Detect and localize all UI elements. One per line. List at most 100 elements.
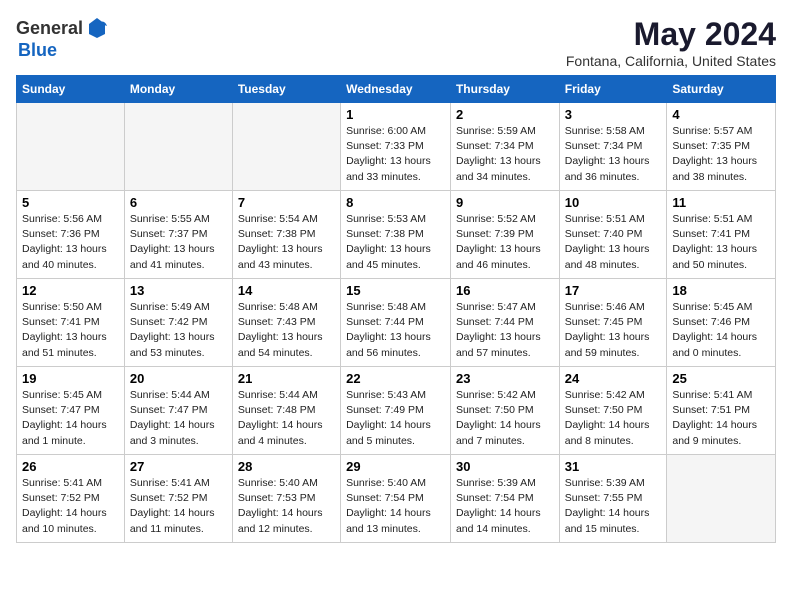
day-number: 11 — [672, 195, 770, 210]
logo-text: General — [16, 16, 109, 40]
day-info: Sunrise: 5:54 AMSunset: 7:38 PMDaylight:… — [238, 212, 335, 273]
day-number: 20 — [130, 371, 227, 386]
day-info: Sunrise: 5:41 AMSunset: 7:52 PMDaylight:… — [130, 476, 227, 537]
day-cell: 30 Sunrise: 5:39 AMSunset: 7:54 PMDayligh… — [450, 455, 559, 543]
day-number: 23 — [456, 371, 554, 386]
day-number: 22 — [346, 371, 445, 386]
header-row: SundayMondayTuesdayWednesdayThursdayFrid… — [17, 76, 776, 103]
day-number: 6 — [130, 195, 227, 210]
day-info: Sunrise: 5:40 AMSunset: 7:54 PMDaylight:… — [346, 476, 445, 537]
day-info: Sunrise: 5:53 AMSunset: 7:38 PMDaylight:… — [346, 212, 445, 273]
day-cell: 22 Sunrise: 5:43 AMSunset: 7:49 PMDayligh… — [341, 367, 451, 455]
day-cell: 13 Sunrise: 5:49 AMSunset: 7:42 PMDayligh… — [124, 279, 232, 367]
week-row-1: 1 Sunrise: 6:00 AMSunset: 7:33 PMDaylight… — [17, 103, 776, 191]
day-cell — [232, 103, 340, 191]
col-header-wednesday: Wednesday — [341, 76, 451, 103]
day-number: 3 — [565, 107, 662, 122]
day-number: 7 — [238, 195, 335, 210]
week-row-4: 19Sunrise: 5:45 AMSunset: 7:47 PMDayligh… — [17, 367, 776, 455]
col-header-thursday: Thursday — [450, 76, 559, 103]
day-number: 14 — [238, 283, 335, 298]
day-info: Sunrise: 5:51 AMSunset: 7:41 PMDaylight:… — [672, 212, 770, 273]
day-info: Sunrise: 6:00 AMSunset: 7:33 PMDaylight:… — [346, 124, 445, 185]
day-cell — [17, 103, 125, 191]
day-number: 31 — [565, 459, 662, 474]
day-number: 21 — [238, 371, 335, 386]
week-row-2: 5 Sunrise: 5:56 AMSunset: 7:36 PMDaylight… — [17, 191, 776, 279]
day-info: Sunrise: 5:44 AMSunset: 7:48 PMDaylight:… — [238, 388, 335, 449]
day-info: Sunrise: 5:39 AMSunset: 7:55 PMDaylight:… — [565, 476, 662, 537]
day-cell: 15 Sunrise: 5:48 AMSunset: 7:44 PMDayligh… — [341, 279, 451, 367]
day-number: 5 — [22, 195, 119, 210]
page-header: General Blue May 2024 Fontana, Californi… — [16, 16, 776, 69]
day-info: Sunrise: 5:52 AMSunset: 7:39 PMDaylight:… — [456, 212, 554, 273]
day-number: 27 — [130, 459, 227, 474]
day-number: 2 — [456, 107, 554, 122]
day-cell: 4 Sunrise: 5:57 AMSunset: 7:35 PMDaylight… — [667, 103, 776, 191]
day-info: Sunrise: 5:56 AMSunset: 7:36 PMDaylight:… — [22, 212, 119, 273]
logo-icon — [85, 16, 109, 40]
title-section: May 2024 Fontana, California, United Sta… — [566, 16, 776, 69]
day-cell: 11 Sunrise: 5:51 AMSunset: 7:41 PMDayligh… — [667, 191, 776, 279]
day-number: 10 — [565, 195, 662, 210]
day-cell: 17Sunrise: 5:46 AMSunset: 7:45 PMDayligh… — [559, 279, 667, 367]
day-info: Sunrise: 5:50 AMSunset: 7:41 PMDaylight:… — [22, 300, 119, 361]
logo-blue: Blue — [18, 40, 57, 60]
day-info: Sunrise: 5:57 AMSunset: 7:35 PMDaylight:… — [672, 124, 770, 185]
day-cell — [124, 103, 232, 191]
day-cell: 28Sunrise: 5:40 AMSunset: 7:53 PMDayligh… — [232, 455, 340, 543]
col-header-friday: Friday — [559, 76, 667, 103]
day-cell: 23 Sunrise: 5:42 AMSunset: 7:50 PMDayligh… — [450, 367, 559, 455]
day-cell: 9Sunrise: 5:52 AMSunset: 7:39 PMDaylight… — [450, 191, 559, 279]
logo-general: General — [16, 18, 83, 39]
day-number: 26 — [22, 459, 119, 474]
day-info: Sunrise: 5:43 AMSunset: 7:49 PMDaylight:… — [346, 388, 445, 449]
col-header-saturday: Saturday — [667, 76, 776, 103]
day-number: 1 — [346, 107, 445, 122]
day-info: Sunrise: 5:47 AMSunset: 7:44 PMDaylight:… — [456, 300, 554, 361]
day-number: 13 — [130, 283, 227, 298]
location: Fontana, California, United States — [566, 53, 776, 69]
day-cell: 21 Sunrise: 5:44 AMSunset: 7:48 PMDayligh… — [232, 367, 340, 455]
day-number: 15 — [346, 283, 445, 298]
day-number: 12 — [22, 283, 119, 298]
day-number: 8 — [346, 195, 445, 210]
day-cell: 7 Sunrise: 5:54 AMSunset: 7:38 PMDaylight… — [232, 191, 340, 279]
day-number: 16 — [456, 283, 554, 298]
day-info: Sunrise: 5:45 AMSunset: 7:46 PMDaylight:… — [672, 300, 770, 361]
day-info: Sunrise: 5:58 AMSunset: 7:34 PMDaylight:… — [565, 124, 662, 185]
day-cell: 6 Sunrise: 5:55 AMSunset: 7:37 PMDaylight… — [124, 191, 232, 279]
day-info: Sunrise: 5:55 AMSunset: 7:37 PMDaylight:… — [130, 212, 227, 273]
day-info: Sunrise: 5:44 AMSunset: 7:47 PMDaylight:… — [130, 388, 227, 449]
logo: General Blue — [16, 16, 109, 61]
day-info: Sunrise: 5:42 AMSunset: 7:50 PMDaylight:… — [565, 388, 662, 449]
day-cell: 29 Sunrise: 5:40 AMSunset: 7:54 PMDayligh… — [341, 455, 451, 543]
day-cell: 27 Sunrise: 5:41 AMSunset: 7:52 PMDayligh… — [124, 455, 232, 543]
day-cell: 8 Sunrise: 5:53 AMSunset: 7:38 PMDaylight… — [341, 191, 451, 279]
day-number: 25 — [672, 371, 770, 386]
week-row-3: 12 Sunrise: 5:50 AMSunset: 7:41 PMDayligh… — [17, 279, 776, 367]
col-header-sunday: Sunday — [17, 76, 125, 103]
day-info: Sunrise: 5:51 AMSunset: 7:40 PMDaylight:… — [565, 212, 662, 273]
day-cell: 31 Sunrise: 5:39 AMSunset: 7:55 PMDayligh… — [559, 455, 667, 543]
calendar-table: SundayMondayTuesdayWednesdayThursdayFrid… — [16, 75, 776, 543]
day-info: Sunrise: 5:45 AMSunset: 7:47 PMDaylight:… — [22, 388, 119, 449]
day-number: 24 — [565, 371, 662, 386]
day-info: Sunrise: 5:49 AMSunset: 7:42 PMDaylight:… — [130, 300, 227, 361]
day-cell: 19Sunrise: 5:45 AMSunset: 7:47 PMDayligh… — [17, 367, 125, 455]
day-cell: 12 Sunrise: 5:50 AMSunset: 7:41 PMDayligh… — [17, 279, 125, 367]
day-number: 30 — [456, 459, 554, 474]
day-number: 29 — [346, 459, 445, 474]
day-number: 17 — [565, 283, 662, 298]
month-title: May 2024 — [566, 16, 776, 53]
day-number: 18 — [672, 283, 770, 298]
day-info: Sunrise: 5:39 AMSunset: 7:54 PMDaylight:… — [456, 476, 554, 537]
day-info: Sunrise: 5:48 AMSunset: 7:44 PMDaylight:… — [346, 300, 445, 361]
col-header-tuesday: Tuesday — [232, 76, 340, 103]
day-cell: 18 Sunrise: 5:45 AMSunset: 7:46 PMDayligh… — [667, 279, 776, 367]
day-info: Sunrise: 5:42 AMSunset: 7:50 PMDaylight:… — [456, 388, 554, 449]
day-info: Sunrise: 5:41 AMSunset: 7:52 PMDaylight:… — [22, 476, 119, 537]
day-number: 4 — [672, 107, 770, 122]
col-header-monday: Monday — [124, 76, 232, 103]
day-cell: 3 Sunrise: 5:58 AMSunset: 7:34 PMDaylight… — [559, 103, 667, 191]
